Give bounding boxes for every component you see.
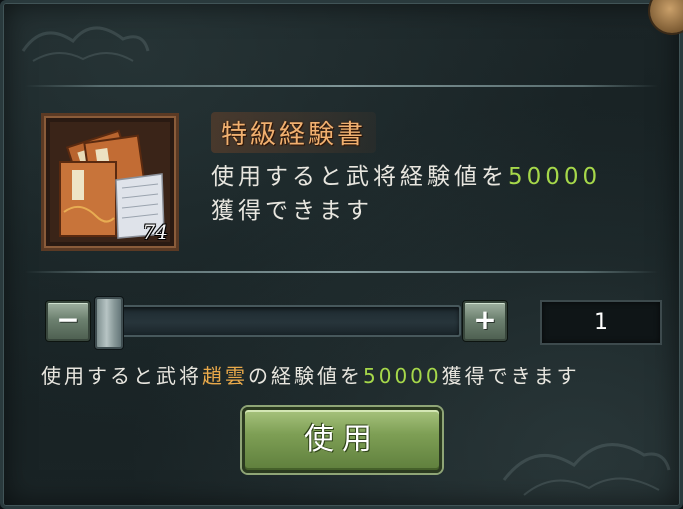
summary-text-3: 獲得できます: [441, 364, 580, 388]
item-count: 74: [142, 220, 168, 244]
cloud-ornament-top-left: [21, 26, 150, 62]
usage-summary: 使用すると武将趙雲の経験値を50000獲得できます: [41, 360, 580, 389]
decrease-button[interactable]: −: [46, 301, 90, 341]
description-text: 使用すると武将経験値を: [211, 164, 508, 190]
item-description-line2: 獲得できます: [211, 198, 373, 224]
increase-button[interactable]: +: [463, 301, 507, 341]
item-description-line1: 使用すると武将経験値を50000: [211, 157, 601, 191]
cloud-ornament-bottom-right: [502, 443, 671, 496]
exp-value: 50000: [508, 164, 602, 190]
middle-divider: [25, 271, 658, 273]
quantity-slider-thumb[interactable]: [95, 297, 123, 349]
use-button[interactable]: 使用: [242, 407, 442, 473]
item-icon-frame: 74: [41, 113, 179, 251]
summary-text-2: の経験値を: [248, 364, 363, 388]
quantity-slider-track[interactable]: [95, 305, 461, 337]
item-use-dialog: 74 特級経験書 使用すると武将経験値を50000 獲得できます − + 1 使…: [0, 0, 683, 509]
summary-text-1: 使用すると武将: [41, 364, 202, 388]
summary-exp-value: 50000: [363, 364, 442, 388]
top-divider: [25, 85, 658, 87]
item-name: 特級経験書: [211, 112, 377, 153]
general-name: 趙雲: [202, 364, 248, 388]
quantity-field[interactable]: 1: [540, 300, 662, 345]
corner-ornament: [650, 0, 683, 33]
